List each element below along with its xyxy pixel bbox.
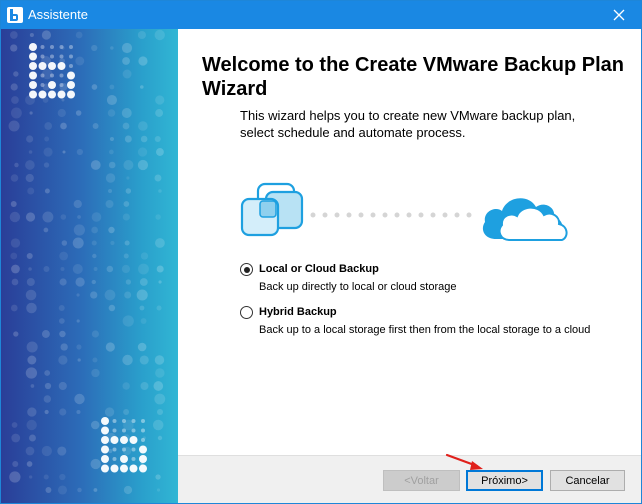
red-arrow-annotation bbox=[445, 453, 483, 470]
wizard-description: This wizard helps you to create new VMwa… bbox=[240, 108, 576, 140]
wizard-content: Welcome to the Create VMware Backup Plan… bbox=[178, 29, 641, 455]
cloud-icon bbox=[482, 198, 568, 241]
local-cloud-radio[interactable] bbox=[240, 263, 253, 276]
banner-dot-pattern bbox=[8, 29, 166, 495]
window-title: Assistente bbox=[28, 7, 88, 22]
close-icon bbox=[613, 9, 625, 21]
backup-app-icon bbox=[7, 7, 23, 23]
option-description: Back up to a local storage first then fr… bbox=[259, 324, 591, 336]
connection-dots bbox=[310, 212, 472, 218]
wizard-window: Assistente Welcome to the Create VMware … bbox=[0, 0, 642, 504]
option-description: Back up directly to local or cloud stora… bbox=[259, 281, 457, 293]
backup-illustration bbox=[240, 182, 568, 241]
option-label: Local or Cloud Backup bbox=[259, 263, 379, 275]
button-bar: <Voltar Próximo> Cancelar bbox=[178, 455, 641, 503]
cancel-button[interactable]: Cancelar bbox=[550, 470, 625, 491]
side-banner bbox=[1, 29, 178, 503]
close-button[interactable] bbox=[597, 1, 641, 29]
vmware-stack-icon bbox=[240, 182, 304, 237]
hybrid-radio[interactable] bbox=[240, 306, 253, 319]
option-label: Hybrid Backup bbox=[259, 306, 337, 318]
page-title: Welcome to the Create VMware Backup Plan… bbox=[202, 54, 624, 100]
title-bar: Assistente bbox=[1, 1, 641, 29]
